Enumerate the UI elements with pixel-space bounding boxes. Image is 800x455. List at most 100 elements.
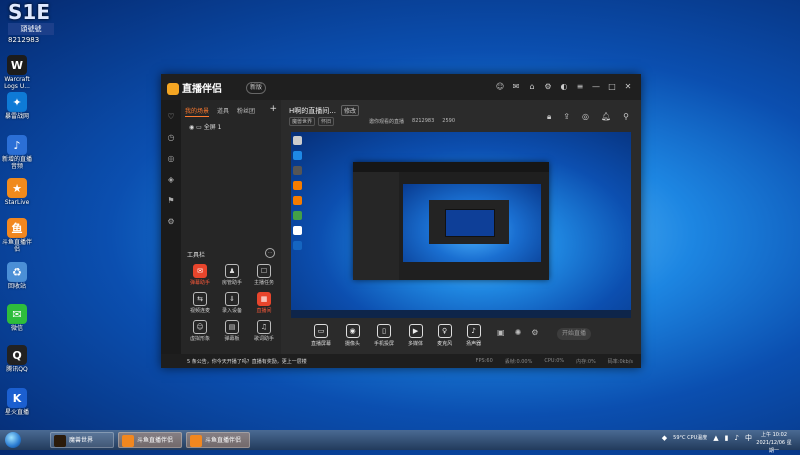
profile-widget[interactable]: S1E 頭號號 8212983 — [8, 2, 54, 44]
source-control-label: 直播屏幕 — [311, 341, 332, 347]
tool-item[interactable]: ▤ 弹幕板 — [217, 320, 247, 342]
gift-icon[interactable]: ⌂ — [527, 82, 537, 92]
desktop-icon-label: 星火直播 — [4, 409, 29, 416]
desktop-icon[interactable]: K 星火直播 — [2, 388, 32, 416]
wechat-icon: ✉ — [7, 304, 27, 324]
tool-item[interactable]: ☐ 主播任务 — [249, 264, 279, 286]
record-video-icon[interactable]: ▣ — [497, 328, 505, 337]
nested-preview-window — [353, 162, 549, 280]
live-preview[interactable] — [291, 132, 631, 318]
flag-icon[interactable]: ⚑ — [161, 196, 181, 205]
desktop-icon[interactable]: ✉ 微信 — [2, 304, 32, 332]
warcraft-icon: W — [7, 55, 27, 75]
pin-icon[interactable]: ⚲ — [623, 112, 629, 122]
close-icon[interactable]: ✕ — [623, 82, 633, 92]
weather-widget[interactable]: 59°C CPU温度 — [673, 435, 707, 441]
desktop-icon[interactable]: Q 腾讯QQ — [2, 345, 32, 373]
tool-item[interactable]: ✉ 弹幕助手 — [185, 264, 215, 286]
tool-item[interactable]: ☺ 虚拟形象 — [185, 320, 215, 342]
clock[interactable]: 上午 10:02 2021/12/06 星期一 — [754, 431, 794, 455]
add-scene-button[interactable]: + — [269, 104, 277, 114]
tray-app-icon[interactable]: ◆ — [662, 434, 667, 442]
tool-item[interactable]: ♟ 房管助手 — [217, 264, 247, 286]
skin-icon[interactable]: ◐ — [559, 82, 569, 92]
avatar-icon[interactable]: ☺ — [495, 82, 505, 92]
edit-title-button[interactable]: 修改 — [341, 105, 360, 116]
chip-subcategory[interactable]: 怀旧 — [318, 117, 335, 126]
taskbar-button[interactable]: 斗鱼直播伴侣 — [186, 432, 250, 448]
taskbar-button[interactable]: 斗鱼直播伴侣 — [118, 432, 182, 448]
stat-mem: 内存:0% — [576, 359, 596, 365]
lock-icon[interactable]: 🔒︎ — [547, 112, 551, 122]
tab-scenes[interactable]: 我的场景 — [185, 106, 210, 117]
tray-expand-icon[interactable]: ▲ — [713, 434, 718, 442]
avatar-face-icon: ☺ — [193, 320, 207, 334]
profile-logo: S1E — [8, 0, 50, 24]
tool-label: 歌词助手 — [253, 336, 274, 342]
network-icon[interactable]: ▮ — [725, 434, 729, 442]
record-icon[interactable]: ◎ — [582, 112, 589, 122]
clock-icon[interactable]: ◷ — [161, 133, 181, 142]
desktop-icon[interactable]: ★ StarLive — [2, 178, 32, 206]
tab-fans[interactable]: 粉丝团 — [237, 106, 255, 117]
tool-item[interactable]: ▦ 直播间 — [249, 292, 279, 314]
mic-icon: ♀ — [437, 324, 452, 338]
minimize-icon[interactable]: — — [591, 82, 601, 92]
source-control[interactable]: ▭ 直播屏幕 — [311, 324, 331, 347]
speaker-icon: ♪ — [466, 324, 481, 338]
settings-gear-icon[interactable]: ⚙ — [531, 328, 538, 337]
tool-label: 弹幕板 — [224, 336, 240, 342]
version-badge[interactable]: 新版 — [246, 82, 266, 94]
tool-icon[interactable]: ◈ — [161, 175, 181, 184]
k-icon: K — [7, 388, 27, 408]
system-tray: ◆ 59°C CPU温度 ▲ ▮ ♪ 中 — [662, 433, 752, 443]
desktop-icon[interactable]: ♻ 回收站 — [2, 262, 32, 290]
maximize-icon[interactable]: □ — [607, 82, 617, 92]
taskbar-button[interactable]: 魔兽世界 — [50, 432, 114, 448]
chip-category[interactable]: 魔兽世界 — [289, 117, 316, 126]
source-control[interactable]: ◉ 摄像头 — [345, 324, 360, 347]
recycle-bin-icon: ♻ — [7, 262, 27, 282]
ime-icon[interactable]: 中 — [745, 433, 752, 443]
left-rail: ♡ ◷ ◎ ◈ ⚑ ⚙ — [161, 100, 181, 368]
desktop-icon-label: 腾讯QQ — [6, 366, 28, 373]
start-button[interactable] — [2, 430, 26, 450]
desktop-icon-label: 回收站 — [7, 283, 26, 290]
video-link-icon: ⇆ — [193, 292, 207, 306]
screen-icon: ▭ — [314, 324, 328, 338]
desktop-icon[interactable]: 鱼斗鱼直播伴侣 — [2, 218, 32, 253]
source-control[interactable]: ▯ 手机投屏 — [374, 324, 394, 347]
source-control-label: 手机投屏 — [374, 341, 395, 347]
desktop-icon[interactable]: ✦ 暴雷战网 — [2, 92, 32, 120]
hint-icon[interactable]: ◎ — [161, 154, 181, 163]
heart-icon[interactable]: ♡ — [161, 112, 181, 121]
start-live-button[interactable]: 开始直播 — [557, 328, 591, 340]
nested-preview — [403, 184, 541, 262]
gear-icon[interactable]: ⚙ — [161, 217, 181, 226]
scene-item[interactable]: ◉ ▭ 全屏 1 — [189, 122, 221, 131]
douyu-icon: 鱼 — [7, 218, 27, 238]
settings-icon[interactable]: ⚙ — [543, 82, 553, 92]
admin-icon: ♟ — [225, 264, 239, 278]
tools-title: 工具栏 — [187, 252, 206, 259]
tool-item[interactable]: ♫ 歌词助手 — [249, 320, 279, 342]
share-icon[interactable]: ⇪ — [563, 112, 570, 122]
tools-more-icon[interactable]: ··· — [265, 248, 275, 258]
app-brand: 直播伴侣 — [167, 80, 222, 95]
volume-icon[interactable]: ♪ — [735, 434, 739, 442]
source-control[interactable]: ♀ 麦克风 — [437, 324, 452, 347]
tool-item[interactable]: ⇓ 录入设备 — [217, 292, 247, 314]
desktop-icon[interactable]: W Warcraft Logs U... — [2, 55, 32, 90]
profile-number: 8212983 — [8, 36, 40, 44]
source-control[interactable]: ♪ 扬声器 — [466, 324, 481, 347]
source-control[interactable]: ▶ 多媒体 — [408, 324, 423, 347]
bell-icon[interactable]: 🔔︎ — [601, 112, 611, 122]
menu-icon[interactable]: ≡ — [575, 82, 585, 92]
effect-icon[interactable]: ✺ — [515, 328, 522, 337]
desktop-icon[interactable]: ♪ 新增的直播音频 — [2, 135, 32, 170]
category-chips: 魔兽世界 怀旧 — [289, 117, 335, 126]
message-icon[interactable]: ✉ — [511, 82, 521, 92]
profile-tag: 頭號號 — [8, 23, 54, 35]
tool-item[interactable]: ⇆ 视频连麦 — [185, 292, 215, 314]
tab-props[interactable]: 道具 — [217, 106, 229, 117]
